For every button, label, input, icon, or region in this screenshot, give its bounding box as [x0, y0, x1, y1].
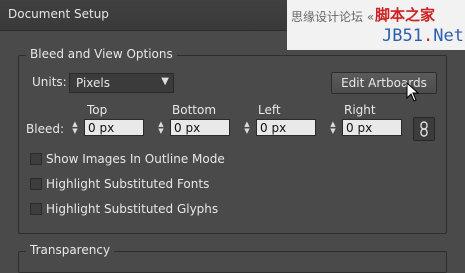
units-select[interactable]: Pixels ▼	[69, 73, 174, 93]
highlight-fonts-checkbox[interactable]	[30, 178, 42, 190]
watermark-domain: JB51.Net	[382, 26, 464, 46]
bleed-top-input[interactable]: 0 px	[84, 119, 144, 136]
dialog-title: Document Setup	[8, 7, 109, 21]
col-left: Left	[258, 103, 281, 117]
col-top: Top	[87, 103, 108, 117]
link-bleed-button[interactable]	[413, 117, 435, 141]
spinner-arrows-icon[interactable]: ▲ ▼	[156, 121, 166, 135]
units-label: Units:	[32, 75, 67, 89]
spinner-arrows-icon[interactable]: ▲ ▼	[328, 121, 338, 135]
spinner-arrows-icon[interactable]: ▲ ▼	[242, 121, 252, 135]
units-select-value: Pixels	[76, 76, 111, 90]
highlight-fonts-label: Highlight Substituted Fonts	[46, 177, 210, 191]
show-images-outline-checkbox[interactable]	[30, 153, 42, 165]
col-right: Right	[344, 103, 376, 117]
bleed-view-group-title: Bleed and View Options	[26, 47, 177, 61]
transparency-group-title: Transparency	[26, 243, 115, 257]
bleed-left-input[interactable]: 0 px	[256, 119, 316, 136]
edit-artboards-button[interactable]: Edit Artboards	[331, 72, 437, 94]
show-images-outline-label: Show Images In Outline Mode	[46, 152, 225, 166]
chain-link-icon	[420, 121, 428, 137]
highlight-glyphs-checkbox[interactable]	[30, 203, 42, 215]
watermark-site-text: 思缘设计论坛 «	[291, 10, 375, 24]
watermark-brand: 脚本之家	[375, 6, 436, 24]
mouse-pointer-icon	[406, 82, 420, 102]
spinner-arrows-icon[interactable]: ▲ ▼	[70, 121, 80, 135]
watermark: 思缘设计论坛 « 脚本之家 JB51.Net	[287, 0, 465, 50]
bleed-right-input[interactable]: 0 px	[342, 119, 402, 136]
col-bottom: Bottom	[172, 103, 217, 117]
highlight-glyphs-label: Highlight Substituted Glyphs	[46, 202, 219, 216]
bleed-bottom-input[interactable]: 0 px	[170, 119, 230, 136]
bleed-label: Bleed:	[26, 122, 64, 136]
chevron-down-icon: ▼	[161, 76, 169, 87]
